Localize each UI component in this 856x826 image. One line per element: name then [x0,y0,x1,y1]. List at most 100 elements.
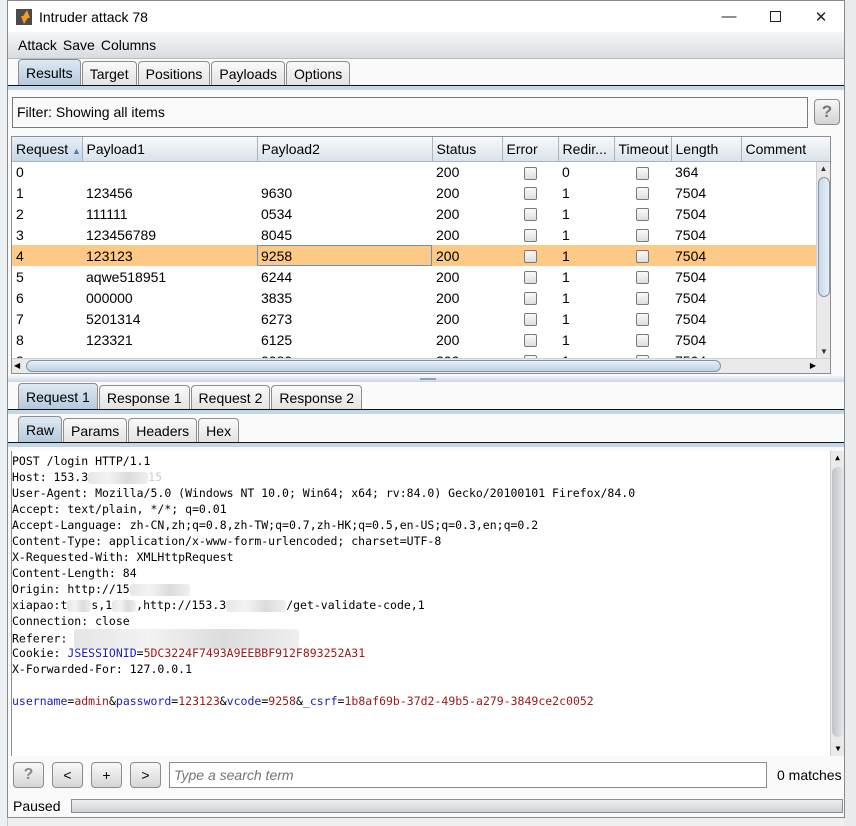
tab-payloads[interactable]: Payloads [211,61,286,86]
table-row[interactable]: 4 123123 9258 200 1 7504 [12,245,830,266]
timeout-checkbox [636,229,649,243]
minimize-icon: — [721,8,737,25]
cell-length: 7504 [675,205,707,222]
header-x-requested-with: X-Requested-With: XMLHttpRequest [12,550,234,564]
sort-ascending-icon: ▲ [72,145,81,156]
title-bar: Intruder attack 78 — ✕ [8,1,844,32]
search-bar: ? < + > 0 matches [13,761,843,789]
tab-response-2[interactable]: Response 2 [271,385,363,410]
cell-length: 7504 [671,245,741,266]
previous-match-button[interactable]: < [52,762,83,788]
minimize-button[interactable]: — [706,1,752,32]
tab-target[interactable]: Target [81,61,137,86]
timeout-checkbox [636,271,649,285]
tab-headers[interactable]: Headers [128,418,198,443]
cell-payload1: 123123 [82,245,257,266]
cell-timeout [614,329,671,350]
scroll-right-arrow-icon[interactable]: ▶ [810,359,816,373]
table-row[interactable]: 7 5201314 6273 200 1 7504 [12,308,830,329]
cell-length: 7504 [675,310,707,327]
tab-request-2[interactable]: Request 2 [190,385,271,410]
cell-redirection: 1 [562,310,570,327]
tab-hex[interactable]: Hex [198,418,240,443]
cell-payload1: 123321 [86,331,133,348]
header-cookie: Cookie: JSESSIONID=5DC3224F7493A9EEBBF91… [12,646,366,660]
table-row[interactable]: 8 123321 6125 200 1 7504 [12,329,830,350]
cell-timeout [614,266,671,287]
cell-request: 7 [16,310,24,327]
table-vertical-scroll-thumb[interactable] [818,177,830,297]
tab-raw[interactable]: Raw [18,416,63,443]
menu-bar: Attack Save Columns [8,32,844,59]
header-x-forwarded-for: X-Forwarded-For: 127.0.0.1 [12,662,193,676]
maximize-button[interactable] [752,1,798,32]
cell-payload2: 9630 [261,184,293,201]
error-checkbox [523,229,537,243]
cell-timeout [614,308,671,329]
next-match-button[interactable]: > [130,762,161,788]
cell-redirection: 1 [562,268,570,285]
editor-vertical-scrollbar[interactable]: ▲ ▼ [830,451,844,756]
error-checkbox [523,208,537,222]
table-header: Request ▲ Payload1 Payload2 Status Error… [12,137,830,162]
table-horizontal-scrollbar[interactable]: ◀ ▶ [12,358,830,373]
cell-error [502,203,558,224]
column-header-payload2[interactable]: Payload2 [257,137,433,162]
table-row[interactable]: 6 000000 3835 200 1 7504 [12,287,830,308]
main-tabs: Results Target Positions Payloads Option… [8,59,844,90]
timeout-checkbox [636,208,649,222]
cell-length: 7504 [675,268,707,285]
table-row[interactable]: 1 123456 9630 200 1 7504 [12,182,830,203]
column-header-payload1[interactable]: Payload1 [82,137,258,162]
tab-response-1[interactable]: Response 1 [98,385,190,410]
scroll-up-arrow-icon[interactable]: ▲ [831,451,844,465]
tab-positions[interactable]: Positions [137,61,211,86]
cell-payload1: 111111 [86,205,128,222]
filter-bar[interactable]: Filter: Showing all items [12,96,808,128]
scroll-down-arrow-icon[interactable]: ▼ [817,345,830,359]
cell-length: 7504 [675,331,707,348]
menu-save[interactable]: Save [63,37,95,53]
tab-params[interactable]: Params [63,418,128,443]
column-header-request[interactable]: Request ▲ [12,137,83,162]
table-vertical-scrollbar[interactable]: ▲ ▼ [816,162,830,359]
error-checkbox [523,334,537,348]
cell-error [502,182,558,203]
column-header-length[interactable]: Length [671,137,742,162]
column-header-redirection[interactable]: Redir... [558,137,615,162]
scroll-left-arrow-icon[interactable]: ◀ [14,359,20,373]
filter-help-button[interactable]: ? [814,99,840,125]
search-help-button[interactable]: ? [13,762,44,788]
column-header-status[interactable]: Status [432,137,503,162]
close-button[interactable]: ✕ [798,1,844,32]
pane-splitter[interactable] [8,376,844,382]
menu-attack[interactable]: Attack [18,37,57,53]
header-host: Host: 153.3 15 [12,470,163,484]
tab-request-1[interactable]: Request 1 [18,383,98,410]
table-horizontal-scroll-thumb[interactable] [26,360,721,372]
menu-columns[interactable]: Columns [101,37,156,53]
scroll-down-arrow-icon[interactable]: ▼ [831,742,845,756]
redacted-blur [112,599,137,612]
tab-results[interactable]: Results [18,59,81,86]
cell-request: 2 [16,205,24,222]
maximize-icon [769,11,781,22]
column-header-comment[interactable]: Comment [741,137,830,162]
table-row[interactable]: 5 aqwe518951 6244 200 1 7504 [12,266,830,287]
redacted-blur [67,599,92,612]
table-row[interactable]: 3 123456789 8045 200 1 7504 [12,224,830,245]
table-row[interactable]: 0 200 0 364 [12,161,830,182]
add-search-button[interactable]: + [91,762,122,788]
raw-request-editor[interactable]: POST /login HTTP/1.1 Host: 153.3 15 User-… [11,451,844,756]
tab-options[interactable]: Options [286,61,351,86]
cell-redirection: 0 [562,163,570,180]
header-content-type: Content-Type: application/x-www-form-url… [12,534,442,548]
column-header-error[interactable]: Error [502,137,559,162]
search-input[interactable] [169,762,767,788]
editor-scroll-thumb[interactable] [832,467,844,737]
header-xiapao: xiapao:t s,1 ,http://153.3/get-validate-co… [12,598,425,612]
table-row[interactable]: 2 111111 0534 200 1 7504 [12,203,830,224]
cell-timeout [614,224,671,245]
column-header-timeout[interactable]: Timeout [614,137,672,162]
scroll-up-arrow-icon[interactable]: ▲ [817,162,830,176]
